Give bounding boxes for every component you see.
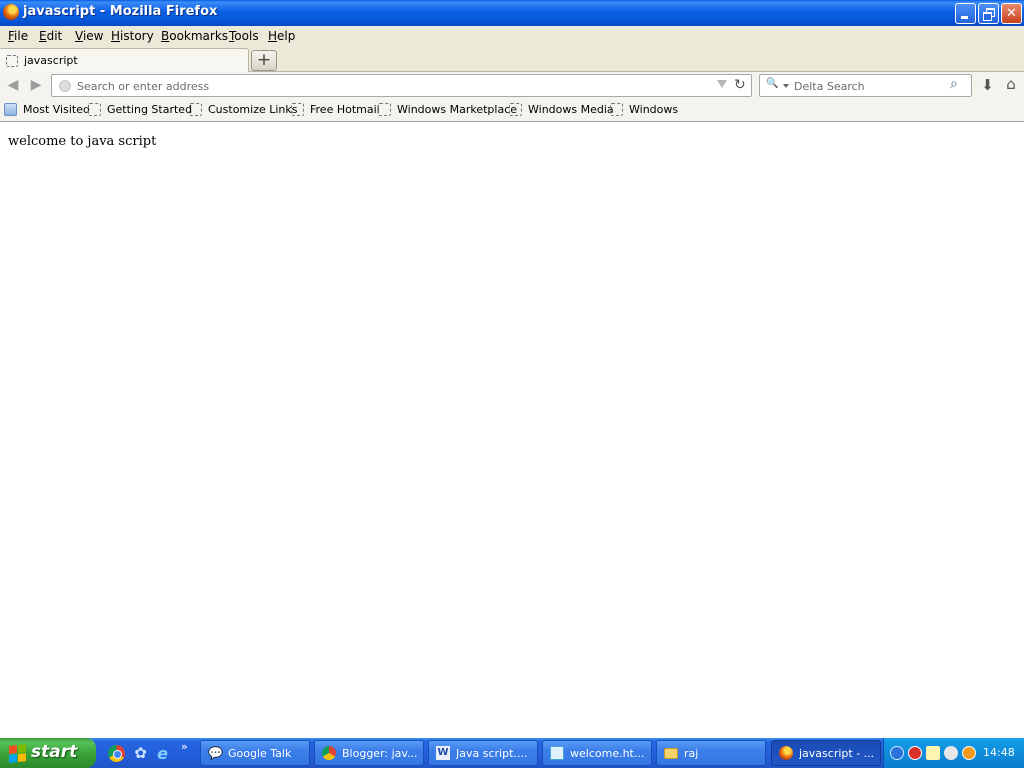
bookmark-label: Customize Links (208, 103, 298, 116)
window-title: javascript - Mozilla Firefox (23, 4, 218, 19)
word-icon: W (436, 746, 450, 760)
task-label: Java script.... (456, 747, 528, 760)
minimize-icon (956, 4, 975, 23)
update-icon[interactable] (962, 746, 976, 760)
blank-page-icon (509, 103, 522, 116)
start-label: start (31, 742, 78, 762)
menu-bar: File Edit View History Bookmarks Tools H… (0, 26, 1024, 46)
chrome-icon[interactable] (108, 745, 125, 762)
task-label: Google Talk (228, 747, 292, 760)
bookmark-label: Windows Media (528, 103, 614, 116)
ie-icon[interactable]: e (154, 745, 171, 762)
firefox-icon (779, 746, 793, 760)
firefox-icon (3, 4, 19, 20)
blank-page-icon (378, 103, 391, 116)
task-label: javascript - ... (799, 747, 875, 760)
forward-arrow-icon: ▶ (30, 77, 42, 93)
notepad-icon (550, 746, 564, 760)
menu-bookmarks[interactable]: Bookmarks (161, 29, 228, 43)
task-welcome-html[interactable]: welcome.ht... (542, 740, 652, 766)
folder-icon (664, 748, 678, 759)
restore-icon (979, 4, 998, 23)
close-button[interactable]: ✕ (1001, 3, 1022, 24)
taskbar: start ✿ e » 💬 Google Talk Blogger: jav..… (0, 738, 1024, 768)
home-button[interactable]: ⌂ (1002, 75, 1020, 93)
chat-bubble-icon[interactable] (944, 746, 958, 760)
download-arrow-icon: ⬇ (981, 76, 994, 94)
address-input[interactable] (77, 78, 707, 94)
engine-dropdown-icon[interactable] (783, 84, 789, 88)
messenger-icon[interactable]: ✿ (132, 745, 149, 762)
task-google-talk[interactable]: 💬 Google Talk (200, 740, 310, 766)
plus-icon: + (256, 50, 272, 70)
task-blogger[interactable]: Blogger: jav... (314, 740, 424, 766)
minimize-button[interactable] (955, 3, 976, 24)
security-shield-icon[interactable] (908, 746, 922, 760)
navigation-toolbar: ◀ ▶ ↻ 🔍 ⌕ ⬇ ⌂ (0, 72, 1024, 99)
globe-icon (59, 80, 71, 92)
menu-help[interactable]: Help (268, 29, 295, 43)
tray-expand-icon[interactable] (890, 746, 904, 760)
restore-button[interactable] (978, 3, 999, 24)
bookmarks-toolbar: Most Visited Getting Started Customize L… (0, 99, 1024, 122)
search-input[interactable] (794, 78, 944, 94)
chat-icon: 💬 (208, 746, 223, 760)
task-java-script-doc[interactable]: W Java script.... (428, 740, 538, 766)
reload-icon[interactable]: ↻ (734, 77, 746, 93)
downloads-button[interactable]: ⬇ (979, 76, 996, 94)
search-bar[interactable]: 🔍 ⌕ (759, 74, 972, 97)
task-raj-folder[interactable]: raj (656, 740, 766, 766)
back-button[interactable]: ◀ (5, 78, 21, 92)
windows-logo-icon (9, 744, 26, 763)
start-button[interactable]: start (0, 738, 96, 768)
tab-strip: javascript + (0, 46, 1024, 73)
back-arrow-icon: ◀ (7, 77, 19, 93)
task-label: Blogger: jav... (342, 747, 418, 760)
search-engine-icon[interactable]: 🔍 (766, 78, 778, 89)
address-bar[interactable]: ↻ (51, 74, 752, 97)
task-firefox[interactable]: javascript - ... (771, 740, 881, 766)
system-tray: 14:48 (883, 738, 1024, 768)
blank-page-icon (6, 55, 18, 67)
page-text: welcome to java script (8, 134, 157, 149)
blank-page-icon (189, 103, 202, 116)
title-bar: javascript - Mozilla Firefox ✕ (0, 0, 1024, 26)
most-visited-icon (4, 103, 17, 116)
home-icon: ⌂ (1006, 75, 1016, 93)
bookmark-label: Most Visited (23, 103, 90, 116)
forward-button[interactable]: ▶ (28, 78, 44, 92)
menu-view[interactable]: View (75, 29, 103, 43)
blank-page-icon (610, 103, 623, 116)
new-tab-button[interactable]: + (251, 50, 277, 71)
bookmark-label: Windows Marketplace (397, 103, 518, 116)
bookmark-label: Getting Started (107, 103, 193, 116)
search-go-icon[interactable]: ⌕ (950, 76, 958, 92)
blank-page-icon (291, 103, 304, 116)
menu-history[interactable]: History (111, 29, 154, 43)
task-label: welcome.ht... (570, 747, 645, 760)
tab-javascript[interactable]: javascript (0, 48, 249, 73)
task-label: raj (684, 747, 699, 760)
menu-edit[interactable]: Edit (39, 29, 62, 43)
clock: 14:48 (983, 746, 1015, 759)
chevron-right-icon[interactable]: » (181, 740, 188, 753)
chrome-icon (322, 746, 336, 760)
page-content: welcome to java script (0, 123, 1024, 738)
notes-icon[interactable] (926, 746, 940, 760)
tab-title: javascript (24, 54, 78, 67)
menu-tools[interactable]: Tools (229, 29, 259, 43)
blank-page-icon (88, 103, 101, 116)
history-dropdown-icon[interactable] (717, 80, 727, 88)
bookmark-label: Free Hotmail (310, 103, 380, 116)
close-icon: ✕ (1006, 6, 1017, 21)
bookmark-label: Windows (629, 103, 679, 116)
menu-file[interactable]: File (8, 29, 28, 43)
